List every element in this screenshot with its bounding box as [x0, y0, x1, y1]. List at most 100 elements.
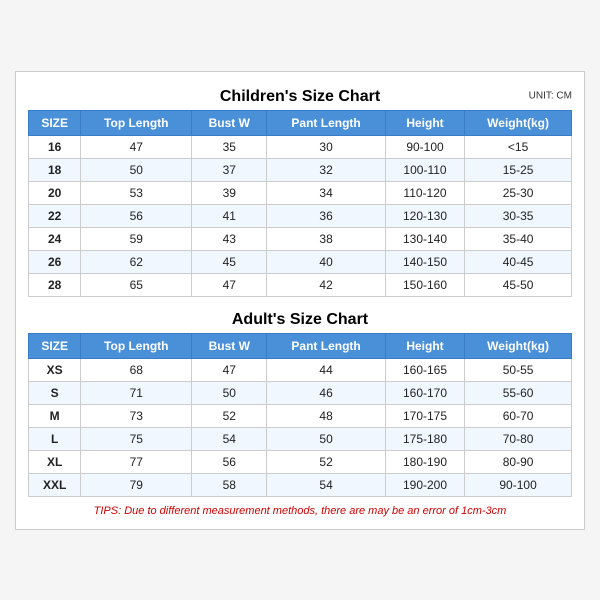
adults-header-row: SIZE Top Length Bust W Pant Length Heigh… — [29, 333, 572, 358]
table-cell: 48 — [267, 404, 386, 427]
table-row: M735248170-17560-70 — [29, 404, 572, 427]
table-row: 20533934110-12025-30 — [29, 181, 572, 204]
children-thead: SIZE Top Length Bust W Pant Length Heigh… — [29, 110, 572, 135]
table-cell: 70-80 — [465, 427, 572, 450]
col-header-size-a: SIZE — [29, 333, 81, 358]
table-cell: 175-180 — [385, 427, 464, 450]
col-header-toplength-a: Top Length — [81, 333, 192, 358]
table-cell: 41 — [192, 204, 267, 227]
table-row: 26624540140-15040-45 — [29, 250, 572, 273]
table-cell: 150-160 — [385, 273, 464, 296]
table-cell: 68 — [81, 358, 192, 381]
table-row: S715046160-17055-60 — [29, 381, 572, 404]
table-row: 22564136120-13030-35 — [29, 204, 572, 227]
children-tbody: 1647353090-100<1518503732100-11015-25205… — [29, 135, 572, 296]
table-cell: 100-110 — [385, 158, 464, 181]
table-cell: 32 — [267, 158, 386, 181]
table-cell: 52 — [192, 404, 267, 427]
table-cell: 50 — [267, 427, 386, 450]
table-cell: 39 — [192, 181, 267, 204]
table-cell: 35 — [192, 135, 267, 158]
children-table: SIZE Top Length Bust W Pant Length Heigh… — [28, 110, 572, 297]
table-cell: 47 — [192, 273, 267, 296]
table-cell: 90-100 — [465, 473, 572, 496]
table-cell: 40 — [267, 250, 386, 273]
table-cell: 42 — [267, 273, 386, 296]
table-cell: 30-35 — [465, 204, 572, 227]
table-cell: 50 — [81, 158, 192, 181]
table-cell: 170-175 — [385, 404, 464, 427]
table-cell: 38 — [267, 227, 386, 250]
col-header-pantlength-c: Pant Length — [267, 110, 386, 135]
chart-container: Children's Size Chart UNIT: CM SIZE Top … — [15, 71, 585, 530]
table-cell: 73 — [81, 404, 192, 427]
col-header-toplength-c: Top Length — [81, 110, 192, 135]
adults-title: Adult's Size Chart — [28, 305, 572, 333]
table-cell: M — [29, 404, 81, 427]
table-cell: 190-200 — [385, 473, 464, 496]
table-cell: 52 — [267, 450, 386, 473]
table-cell: 45-50 — [465, 273, 572, 296]
table-row: 28654742150-16045-50 — [29, 273, 572, 296]
table-row: 1647353090-100<15 — [29, 135, 572, 158]
table-cell: 44 — [267, 358, 386, 381]
table-cell: 28 — [29, 273, 81, 296]
table-cell: 160-170 — [385, 381, 464, 404]
table-cell: 77 — [81, 450, 192, 473]
table-cell: 90-100 — [385, 135, 464, 158]
adults-tbody: XS684744160-16550-55S715046160-17055-60M… — [29, 358, 572, 496]
table-cell: 25-30 — [465, 181, 572, 204]
table-cell: 54 — [267, 473, 386, 496]
children-title-text: Children's Size Chart — [220, 88, 380, 105]
table-cell: 120-130 — [385, 204, 464, 227]
table-cell: 50-55 — [465, 358, 572, 381]
table-cell: 54 — [192, 427, 267, 450]
table-cell: 47 — [81, 135, 192, 158]
col-header-weight-c: Weight(kg) — [465, 110, 572, 135]
col-header-bustw-c: Bust W — [192, 110, 267, 135]
table-cell: 79 — [81, 473, 192, 496]
table-cell: 16 — [29, 135, 81, 158]
table-cell: 15-25 — [465, 158, 572, 181]
table-cell: 35-40 — [465, 227, 572, 250]
table-row: XS684744160-16550-55 — [29, 358, 572, 381]
table-cell: 40-45 — [465, 250, 572, 273]
children-title: Children's Size Chart UNIT: CM — [28, 82, 572, 110]
table-cell: L — [29, 427, 81, 450]
table-cell: 56 — [192, 450, 267, 473]
table-row: 24594338130-14035-40 — [29, 227, 572, 250]
adults-table: SIZE Top Length Bust W Pant Length Heigh… — [28, 333, 572, 497]
table-cell: 37 — [192, 158, 267, 181]
table-cell: 43 — [192, 227, 267, 250]
col-header-height-a: Height — [385, 333, 464, 358]
table-cell: 18 — [29, 158, 81, 181]
tips-text: TIPS: Due to different measurement metho… — [28, 505, 572, 517]
table-cell: 130-140 — [385, 227, 464, 250]
col-header-size-c: SIZE — [29, 110, 81, 135]
table-cell: 56 — [81, 204, 192, 227]
table-cell: 45 — [192, 250, 267, 273]
col-header-pantlength-a: Pant Length — [267, 333, 386, 358]
table-cell: 160-165 — [385, 358, 464, 381]
table-cell: XL — [29, 450, 81, 473]
table-cell: 50 — [192, 381, 267, 404]
table-cell: 22 — [29, 204, 81, 227]
table-cell: XS — [29, 358, 81, 381]
adults-title-text: Adult's Size Chart — [232, 311, 368, 328]
table-cell: 30 — [267, 135, 386, 158]
table-cell: 75 — [81, 427, 192, 450]
table-row: XXL795854190-20090-100 — [29, 473, 572, 496]
children-header-row: SIZE Top Length Bust W Pant Length Heigh… — [29, 110, 572, 135]
table-cell: 36 — [267, 204, 386, 227]
table-row: XL775652180-19080-90 — [29, 450, 572, 473]
table-cell: 60-70 — [465, 404, 572, 427]
table-cell: 47 — [192, 358, 267, 381]
table-cell: 34 — [267, 181, 386, 204]
table-cell: 180-190 — [385, 450, 464, 473]
table-cell: <15 — [465, 135, 572, 158]
table-cell: 71 — [81, 381, 192, 404]
table-cell: 59 — [81, 227, 192, 250]
unit-label: UNIT: CM — [529, 90, 572, 101]
table-cell: 110-120 — [385, 181, 464, 204]
table-cell: 46 — [267, 381, 386, 404]
